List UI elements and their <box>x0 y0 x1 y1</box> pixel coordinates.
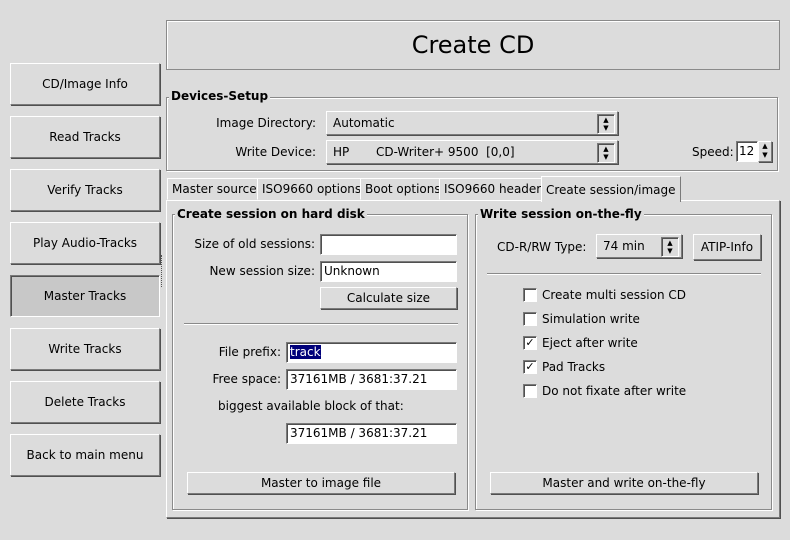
new-session-size-field[interactable]: Unknown <box>320 261 457 282</box>
checkbox-label: Pad Tracks <box>542 360 606 374</box>
updown-arrow-icon: ▲ ▼ <box>661 237 679 257</box>
free-space-label: Free space: <box>212 372 281 386</box>
tab-label: ISO9660 header <box>444 182 542 196</box>
nav-read-tracks[interactable]: Read Tracks <box>10 116 160 158</box>
nav-label: Read Tracks <box>49 130 121 144</box>
old-sessions-label: Size of old sessions: <box>194 237 315 251</box>
nav-play-audio-tracks[interactable]: Play Audio-Tracks <box>10 222 160 264</box>
image-directory-value: Automatic <box>333 116 395 130</box>
nav-label: Write Tracks <box>48 342 122 356</box>
nav-back-to-main-menu[interactable]: Back to main menu <box>10 434 160 476</box>
biggest-block-field: 37161MB / 3681:37.21 <box>286 423 457 444</box>
splitter-handle[interactable] <box>161 255 164 287</box>
tab-label: Create session/image <box>546 182 676 197</box>
divider <box>487 273 761 275</box>
checkbox-checked[interactable]: ✓ <box>523 360 537 374</box>
page-title: Create CD <box>411 31 535 59</box>
button-label: Master to image file <box>260 476 382 490</box>
free-space-field: 37161MB / 3681:37.21 <box>286 369 457 390</box>
nav-master-tracks[interactable]: Master Tracks <box>10 275 160 317</box>
write-device-select[interactable]: HP CD-Writer+ 9500 [0,0] ▲ ▼ <box>326 140 618 164</box>
biggest-block-label: biggest available block of that: <box>218 399 404 413</box>
nav-delete-tracks[interactable]: Delete Tracks <box>10 381 160 423</box>
speed-spinner-icon[interactable]: ▲ ▼ <box>758 141 772 162</box>
nav-verify-tracks[interactable]: Verify Tracks <box>10 169 160 211</box>
tab-label: Master source <box>172 182 257 196</box>
page-title-frame: Create CD <box>166 20 780 70</box>
image-directory-label: Image Directory: <box>216 116 316 130</box>
checkbox-label: Do not fixate after write <box>542 384 687 398</box>
nav-label: Verify Tracks <box>47 183 123 197</box>
on-the-fly-title: Write session on-the-fly <box>478 207 644 221</box>
button-label: ATIP-Info <box>700 240 754 254</box>
updown-arrow-icon: ▲ ▼ <box>597 114 615 134</box>
speed-label: Speed: <box>692 145 734 159</box>
file-prefix-value: track <box>290 345 321 359</box>
nav-label: Master Tracks <box>43 289 127 303</box>
devices-setup-title: Devices-Setup <box>169 89 271 103</box>
checkbox-label: Simulation write <box>542 312 640 326</box>
new-session-size-label: New session size: <box>209 264 315 278</box>
checkbox-checked[interactable]: ✓ <box>523 336 537 350</box>
cd-type-value: 74 min <box>603 239 645 253</box>
tab-boot-options[interactable]: Boot options <box>360 178 446 200</box>
checkbox-box[interactable] <box>523 384 537 398</box>
write-device-value: HP CD-Writer+ 9500 [0,0] <box>333 145 515 159</box>
no-fixate-checkbox[interactable]: Do not fixate after write <box>523 384 686 398</box>
multi-session-checkbox[interactable]: Create multi session CD <box>523 288 686 302</box>
tab-label: ISO9660 options <box>262 182 362 196</box>
nav-label: Play Audio-Tracks <box>32 236 138 250</box>
file-prefix-input[interactable]: track <box>286 342 457 363</box>
speed-input[interactable]: 12 <box>736 141 758 162</box>
pad-tracks-checkbox[interactable]: ✓ Pad Tracks <box>523 360 605 374</box>
nav-label: Back to main menu <box>26 448 144 462</box>
tab-iso9660-options[interactable]: ISO9660 options <box>257 178 367 200</box>
hard-disk-title: Create session on hard disk <box>175 207 367 221</box>
checkbox-box[interactable] <box>523 312 537 326</box>
simulation-write-checkbox[interactable]: Simulation write <box>523 312 640 326</box>
old-sessions-field[interactable] <box>320 234 457 255</box>
button-label: Calculate size <box>346 291 431 305</box>
eject-after-write-checkbox[interactable]: ✓ Eject after write <box>523 336 638 350</box>
write-device-label: Write Device: <box>235 145 316 159</box>
tab-create-session-image[interactable]: Create session/image <box>541 176 681 202</box>
cd-type-select[interactable]: 74 min ▲ ▼ <box>596 234 682 258</box>
atip-info-button[interactable]: ATIP-Info <box>693 234 761 260</box>
nav-label: CD/Image Info <box>42 77 128 91</box>
tab-master-source[interactable]: Master source <box>167 178 262 200</box>
master-and-write-button[interactable]: Master and write on-the-fly <box>490 472 758 494</box>
button-label: Master and write on-the-fly <box>542 476 706 490</box>
cd-type-label: CD-R/RW Type: <box>497 240 587 254</box>
tab-iso9660-header[interactable]: ISO9660 header <box>439 178 547 200</box>
image-directory-select[interactable]: Automatic ▲ ▼ <box>326 111 618 135</box>
master-to-image-button[interactable]: Master to image file <box>187 472 455 494</box>
checkbox-box[interactable] <box>523 288 537 302</box>
checkbox-label: Eject after write <box>542 336 638 350</box>
tab-label: Boot options <box>365 182 441 196</box>
checkbox-label: Create multi session CD <box>542 288 687 302</box>
nav-write-tracks[interactable]: Write Tracks <box>10 328 160 370</box>
file-prefix-label: File prefix: <box>218 345 281 359</box>
calculate-size-button[interactable]: Calculate size <box>320 287 457 309</box>
nav-cd-image-info[interactable]: CD/Image Info <box>10 63 160 105</box>
updown-arrow-icon: ▲ ▼ <box>597 143 615 163</box>
divider <box>184 323 458 325</box>
nav-label: Delete Tracks <box>44 395 126 409</box>
